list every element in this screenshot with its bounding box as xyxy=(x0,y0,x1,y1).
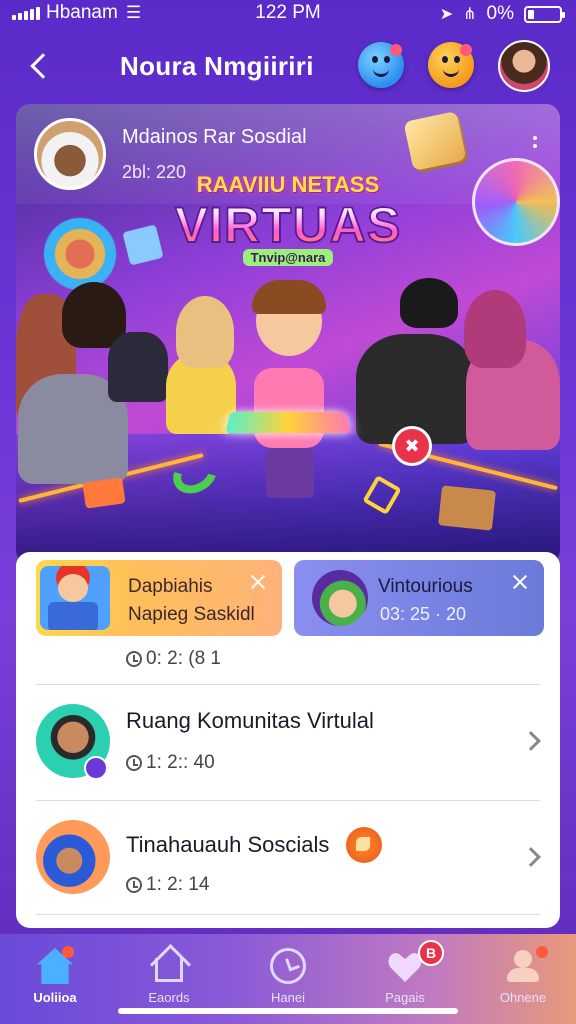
clock-icon xyxy=(270,948,306,984)
wifi-icon: ☰ xyxy=(125,3,142,22)
chevron-right-icon xyxy=(521,731,541,751)
notification-time: 03: 25 · 20 xyxy=(380,604,467,624)
box-decoration xyxy=(438,485,496,531)
count-badge: B xyxy=(418,940,444,966)
more-options-icon[interactable] xyxy=(530,132,540,162)
activity-panel: Dapbiahis Napieg Saskidl Vintourious 03:… xyxy=(16,552,560,928)
person-hair xyxy=(400,278,458,328)
back-button[interactable] xyxy=(26,50,58,82)
person-figure xyxy=(108,332,168,402)
notification-thumbnail xyxy=(40,566,110,630)
divider xyxy=(36,800,540,801)
nav-item-profile[interactable]: Ohnene xyxy=(478,944,568,1008)
nav-item-favorites[interactable]: B Pagais xyxy=(360,940,450,1008)
avatar xyxy=(36,820,110,894)
post-header: Mdainos Rar Sosdial 2bl: 220 xyxy=(16,104,560,204)
notification-dot xyxy=(62,946,74,958)
clock-icon xyxy=(126,877,142,893)
list-item-time: 1: 2: 14 xyxy=(126,874,209,896)
nav-item-boards[interactable]: Eaords xyxy=(124,944,214,1008)
notification-card[interactable]: Vintourious 03: 25 · 20 xyxy=(294,560,544,636)
person-hijab xyxy=(176,296,234,368)
profile-avatar[interactable] xyxy=(498,40,550,92)
emoji-blue-icon[interactable] xyxy=(358,42,404,88)
notification-title: Vintourious xyxy=(378,576,473,597)
nav-item-home[interactable]: Uoliioa xyxy=(10,944,100,1008)
clock-icon xyxy=(126,755,142,771)
post-time: 2bl: 220 xyxy=(122,162,187,182)
kid-legs xyxy=(266,448,314,498)
notification-card[interactable]: Dapbiahis Napieg Saskidl xyxy=(36,560,282,636)
divider xyxy=(36,684,540,685)
chevron-right-icon xyxy=(521,847,541,867)
nav-label: Hanei xyxy=(271,990,305,1005)
poster-avatar[interactable] xyxy=(34,118,106,190)
location-icon: ➤ xyxy=(439,6,454,23)
close-icon[interactable] xyxy=(510,572,530,592)
reaction-icon xyxy=(346,827,382,863)
notification-thumbnail xyxy=(312,570,368,626)
status-bar: Hbanam ☰ 122 PM ➤ ⋔ 0% xyxy=(0,0,576,26)
divider xyxy=(36,914,540,915)
poster-name[interactable]: Mdainos Rar Sosdial xyxy=(122,126,307,149)
nav-item-history[interactable]: Hanei xyxy=(243,944,333,1008)
nav-label: Eaords xyxy=(148,990,190,1005)
kid-figure xyxy=(254,368,324,448)
kid-hair xyxy=(252,280,326,314)
nav-label: Uoliioa xyxy=(33,990,77,1005)
home-indicator xyxy=(118,1008,458,1014)
page-title: Noura Nmgiiriri xyxy=(120,51,314,81)
notification-meta: 0: 2: (8 1 xyxy=(126,648,221,670)
bluetooth-icon: ⋔ xyxy=(463,6,477,23)
notification-title: Dapbiahis xyxy=(128,576,213,597)
app-header: Noura Nmgiiriri xyxy=(0,34,576,98)
x-logo-icon: ✖ xyxy=(392,426,432,466)
post-card[interactable]: ✖ Mdainos Rar Sosdial 2bl: 220 RAAVIIU N… xyxy=(16,104,560,564)
cube-decoration xyxy=(82,477,126,509)
banner-main-text: VIRTUAS xyxy=(16,196,560,254)
nav-label: Pagais xyxy=(385,990,425,1005)
signal-icon xyxy=(12,6,40,20)
nav-label: Ohnene xyxy=(499,990,547,1005)
house-body xyxy=(155,958,183,982)
list-item-time: 1: 2:: 40 xyxy=(126,752,215,774)
banner-subtitle: Tnvip@nara xyxy=(16,249,560,266)
notification-text: Napieg Saskidl xyxy=(128,604,255,625)
app-badge-icon xyxy=(84,756,108,780)
list-item-title: Ruang Komunitas Virtulal xyxy=(126,708,374,733)
close-icon[interactable] xyxy=(248,572,268,592)
notification-dot xyxy=(536,946,548,958)
list-item-title: Tinahauauh Soscials xyxy=(126,832,330,857)
carrier-label: Hbanam xyxy=(46,2,118,23)
battery-icon xyxy=(524,5,565,23)
clock-icon xyxy=(126,651,142,667)
holo-screen xyxy=(225,411,351,434)
battery-percent: 0% xyxy=(486,3,514,24)
emoji-orange-icon[interactable] xyxy=(428,42,474,88)
person-hijab xyxy=(464,290,526,368)
